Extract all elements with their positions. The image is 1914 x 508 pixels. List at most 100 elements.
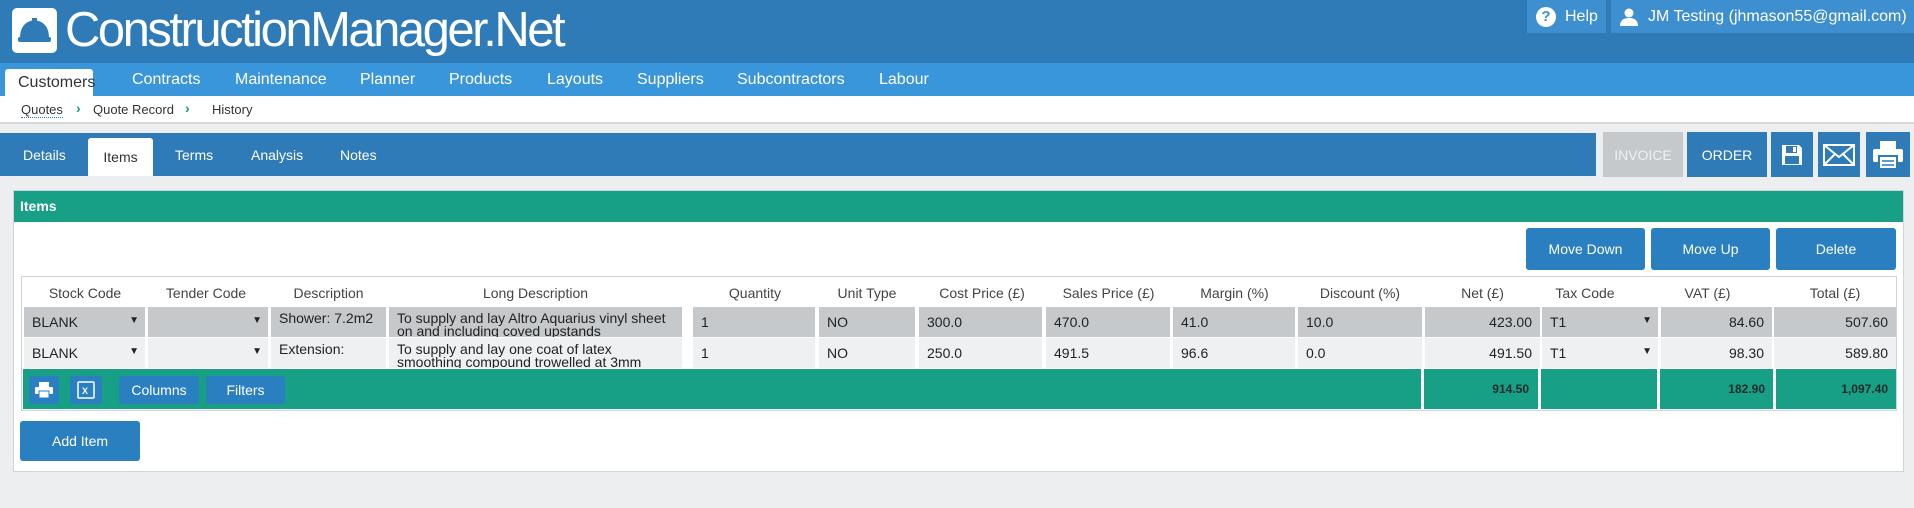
- email-button[interactable]: [1818, 132, 1860, 177]
- net-value: 423.00: [1489, 314, 1532, 330]
- breadcrumb-quotes[interactable]: Quotes: [21, 102, 63, 118]
- long-description-value: To supply and lay Altro Aquarius vinyl s…: [397, 310, 666, 337]
- tax-code-select[interactable]: T1 ▼: [1542, 338, 1658, 368]
- dropdown-arrow-icon: ▼: [252, 346, 262, 357]
- quantity-field[interactable]: 1: [693, 307, 815, 337]
- export-excel-button[interactable]: X: [70, 376, 102, 404]
- dropdown-arrow-icon: ▼: [1642, 346, 1652, 357]
- app-header: ConstructionManager.Net ? Help JM Testin…: [0, 0, 1914, 63]
- nav-customers[interactable]: Customers: [5, 69, 95, 96]
- tax-code-value: T1: [1550, 345, 1567, 361]
- chevron-right-icon: ›: [185, 100, 190, 116]
- stock-code-value: BLANK: [32, 314, 78, 330]
- stock-code-select[interactable]: BLANK ▼: [24, 338, 145, 368]
- sales-price-field[interactable]: 491.5: [1046, 338, 1170, 368]
- total-field: 507.60: [1774, 307, 1896, 337]
- breadcrumb: Quotes › Quote Record › History: [0, 96, 1914, 124]
- move-up-button[interactable]: Move Up: [1651, 228, 1770, 270]
- delete-button[interactable]: Delete: [1776, 228, 1896, 270]
- tab-notes[interactable]: Notes: [340, 133, 377, 176]
- column-header-stock-code[interactable]: Stock Code: [24, 285, 146, 301]
- move-down-button[interactable]: Move Down: [1526, 228, 1645, 270]
- breadcrumb-quote-record[interactable]: Quote Record: [93, 102, 174, 117]
- tab-analysis[interactable]: Analysis: [251, 133, 303, 176]
- order-button[interactable]: ORDER: [1687, 132, 1767, 177]
- tender-code-select[interactable]: ▼: [148, 307, 268, 337]
- tender-code-select[interactable]: ▼: [148, 338, 268, 368]
- margin-value: 96.6: [1181, 345, 1209, 361]
- help-button[interactable]: ? Help: [1527, 0, 1606, 33]
- printer-icon: [35, 382, 53, 398]
- items-panel-title: Items: [14, 191, 1903, 222]
- invoice-button[interactable]: INVOICE: [1603, 132, 1683, 177]
- description-field[interactable]: Extension:: [271, 338, 386, 368]
- items-table: Stock Code Tender Code Description Long …: [21, 276, 1897, 411]
- long-description-field[interactable]: To supply and lay Altro Aquarius vinyl s…: [389, 307, 682, 337]
- columns-button[interactable]: Columns: [119, 376, 199, 404]
- cost-price-value: 300.0: [927, 314, 963, 330]
- column-header-cost-price[interactable]: Cost Price (£): [921, 285, 1043, 301]
- cost-price-field[interactable]: 250.0: [919, 338, 1042, 368]
- filters-button[interactable]: Filters: [206, 376, 285, 404]
- column-header-tender-code[interactable]: Tender Code: [148, 285, 264, 301]
- column-header-long-description[interactable]: Long Description: [389, 285, 682, 301]
- nav-contracts[interactable]: Contracts: [132, 63, 200, 96]
- column-header-tax-code[interactable]: Tax Code: [1532, 285, 1638, 301]
- question-circle-icon: ?: [1536, 6, 1556, 27]
- quantity-field[interactable]: 1: [693, 338, 815, 368]
- nav-layouts[interactable]: Layouts: [547, 63, 603, 96]
- vat-value: 84.60: [1728, 314, 1764, 330]
- nav-planner[interactable]: Planner: [360, 63, 415, 96]
- description-value: Extension:: [279, 341, 345, 357]
- tax-code-select[interactable]: T1 ▼: [1542, 307, 1658, 337]
- column-header-total[interactable]: Total (£): [1774, 285, 1896, 301]
- sales-price-field[interactable]: 470.0: [1046, 307, 1170, 337]
- column-header-discount[interactable]: Discount (%): [1298, 285, 1422, 301]
- tab-details[interactable]: Details: [23, 133, 66, 176]
- app-logo[interactable]: ConstructionManager.Net: [12, 5, 566, 54]
- tab-terms[interactable]: Terms: [175, 133, 213, 176]
- cost-price-field[interactable]: 300.0: [919, 307, 1042, 337]
- net-field: 423.00: [1425, 307, 1540, 337]
- tab-items[interactable]: Items: [88, 138, 153, 176]
- print-table-button[interactable]: [29, 376, 59, 404]
- stock-code-select[interactable]: BLANK ▼: [24, 307, 145, 337]
- column-header-vat[interactable]: VAT (£): [1646, 285, 1769, 301]
- long-description-value: To supply and lay one coat of latex smoo…: [397, 341, 642, 368]
- discount-field[interactable]: 10.0: [1298, 307, 1422, 337]
- add-item-button[interactable]: Add Item: [20, 421, 140, 461]
- nav-maintenance[interactable]: Maintenance: [235, 63, 327, 96]
- main-navigation: Customers Contracts Maintenance Planner …: [0, 63, 1914, 96]
- long-description-field[interactable]: To supply and lay one coat of latex smoo…: [389, 338, 682, 368]
- nav-subcontractors[interactable]: Subcontractors: [737, 63, 845, 96]
- unit-type-field[interactable]: NO: [819, 307, 915, 337]
- column-header-net[interactable]: Net (£): [1425, 285, 1540, 301]
- column-header-description[interactable]: Description: [271, 285, 386, 301]
- margin-field[interactable]: 41.0: [1173, 307, 1295, 337]
- discount-field[interactable]: 0.0: [1298, 338, 1422, 368]
- unit-type-field[interactable]: NO: [819, 338, 915, 368]
- description-field[interactable]: Shower: 7.2m2: [271, 307, 386, 337]
- hard-hat-icon: [12, 7, 57, 53]
- tax-code-value: T1: [1550, 314, 1567, 330]
- user-menu-button[interactable]: JM Testing (jhmason55@gmail.com): [1611, 0, 1914, 33]
- margin-field[interactable]: 96.6: [1173, 338, 1295, 368]
- table-footer: X Columns Filters 914.50 182.90 1,097.40: [23, 369, 1896, 409]
- nav-products[interactable]: Products: [449, 63, 512, 96]
- column-header-sales-price[interactable]: Sales Price (£): [1046, 285, 1171, 301]
- nav-suppliers[interactable]: Suppliers: [637, 63, 704, 96]
- column-header-unit-type[interactable]: Unit Type: [819, 285, 915, 301]
- dropdown-arrow-icon: ▼: [252, 315, 262, 326]
- vat-field: 98.30: [1661, 338, 1772, 368]
- print-button[interactable]: [1866, 132, 1910, 177]
- save-button[interactable]: [1771, 132, 1813, 177]
- chevron-right-icon: ›: [76, 100, 81, 116]
- excel-icon: X: [77, 381, 95, 399]
- vat-field: 84.60: [1661, 307, 1772, 337]
- envelope-icon: [1823, 143, 1855, 166]
- discount-value: 0.0: [1306, 345, 1326, 361]
- column-header-margin[interactable]: Margin (%): [1173, 285, 1296, 301]
- nav-labour[interactable]: Labour: [879, 63, 929, 96]
- column-header-quantity[interactable]: Quantity: [693, 285, 817, 301]
- vat-value: 98.30: [1728, 345, 1764, 361]
